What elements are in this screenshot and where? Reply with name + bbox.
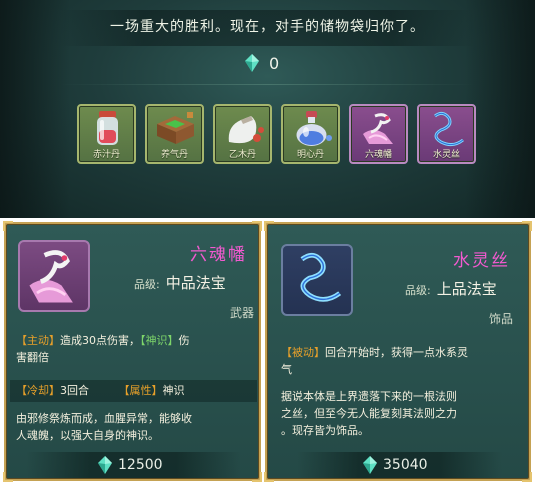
item-stats: 【冷却】3回合 【属性】神识 — [16, 382, 254, 399]
spirit-stone-icon — [245, 54, 259, 72]
sense-tag: 【神识】 — [140, 334, 179, 347]
item-category: 武器 — [230, 306, 255, 320]
item-grade: 品级: 上品法宝 — [405, 278, 497, 299]
attr-value: 神识 — [162, 384, 185, 397]
grade-value: 中品法宝 — [165, 274, 226, 292]
passive-skill: 【被动】回合开始时，获得一点水系灵 气 — [281, 344, 521, 378]
loot-item-label: 乙木丹 — [228, 150, 256, 160]
loot-item-yimudan[interactable]: 乙木丹 — [213, 104, 272, 164]
passive-tag: 【被动】 — [281, 346, 325, 359]
loot-item-shuilingsi[interactable]: 水灵丝 — [417, 104, 476, 164]
blue-potion-icon — [296, 111, 332, 146]
spirit-stone-icon — [98, 456, 112, 474]
desc-line: 之丝，但至今无人能复刻其法则之力 — [281, 407, 457, 420]
attr-tag: 【属性】 — [118, 384, 163, 397]
passive-text-2: 气 — [281, 363, 292, 376]
item-icon — [18, 240, 90, 312]
item-description: 据说本体是上界遗落下来的一根法则 之丝，但至今无人能复刻其法则之力 。现存皆为饰… — [281, 388, 523, 439]
active-text-3: 害翻倍 — [16, 351, 49, 364]
active-text: 造成30点伤害， — [60, 334, 140, 347]
passive-text: 回合开始时，获得一点水系灵 — [325, 346, 468, 359]
loot-item-yangqidan[interactable]: 养气丹 — [145, 104, 204, 164]
active-tag: 【主动】 — [16, 334, 60, 347]
item-name: 六魂幡 — [190, 245, 247, 265]
loot-item-label: 六魂幡 — [364, 150, 392, 160]
price-value: 12500 — [118, 457, 163, 473]
currency-display: 0 — [245, 52, 279, 74]
loot-item-liuhunfan[interactable]: 六魂幡 — [349, 104, 408, 164]
grade-label: 品级: — [405, 284, 431, 297]
item-description: 由邪修祭炼而成，血腥异常，能够收 人魂魄，以强大自身的神识。 — [16, 410, 254, 444]
loot-item-mingxindan[interactable]: 明心丹 — [281, 104, 340, 164]
soul-banner-icon — [363, 113, 393, 144]
desc-line: 据说本体是上界遗落下来的一根法则 — [281, 390, 457, 403]
price-value: 35040 — [383, 457, 428, 473]
active-skill: 【主动】造成30点伤害，【神识】伤 害翻倍 — [16, 332, 254, 366]
item-card-liuhunfan: 六魂幡 品级: 中品法宝 武器 【主动】造成30点伤害，【神识】伤 害翻倍 【冷却… — [3, 221, 262, 482]
loot-item-chizhidan[interactable]: 赤汁丹 — [77, 104, 136, 164]
loot-item-label: 养气丹 — [160, 150, 188, 160]
soul-banner-icon — [29, 250, 73, 303]
water-silk-icon — [434, 111, 464, 147]
loot-item-label: 赤汁丹 — [92, 150, 120, 160]
item-category: 饰品 — [489, 312, 514, 326]
cooldown-value: 3回合 — [60, 384, 89, 397]
red-elixir-bottle-icon — [97, 111, 118, 145]
item-price: 12500 — [98, 456, 163, 474]
water-silk-icon — [300, 252, 342, 302]
item-card-shuilingsi: 水灵丝 品级: 上品法宝 饰品 【被动】回合开始时，获得一点水系灵 气 据说本体是… — [264, 221, 532, 482]
victory-message: 一场重大的胜利。现在，对手的储物袋归你了。 — [110, 19, 425, 35]
spirit-stone-icon — [363, 456, 377, 474]
desc-line: 人魂魄，以强大自身的神识。 — [16, 429, 159, 442]
loot-panel: 一场重大的胜利。现在，对手的储物袋归你了。 0 赤汁丹 养气丹 乙木丹 明心丹 … — [0, 0, 535, 218]
grade-label: 品级: — [134, 278, 160, 291]
herb-chest-icon — [157, 112, 194, 144]
cooldown-tag: 【冷却】 — [16, 384, 60, 397]
pill-pouch-icon — [228, 116, 264, 144]
loot-item-label: 明心丹 — [296, 150, 324, 160]
grade-value: 上品法宝 — [436, 280, 497, 298]
desc-line: 由邪修祭炼而成，血腥异常，能够收 — [16, 412, 192, 425]
currency-count: 0 — [269, 53, 280, 73]
item-icon — [281, 244, 353, 316]
item-name: 水灵丝 — [453, 251, 510, 271]
active-text-2: 伤 — [178, 334, 190, 347]
item-price: 35040 — [363, 456, 428, 474]
desc-line: 。现存皆为饰品。 — [281, 424, 369, 437]
item-grade: 品级: 中品法宝 — [134, 272, 226, 293]
loot-item-label: 水灵丝 — [432, 150, 460, 160]
